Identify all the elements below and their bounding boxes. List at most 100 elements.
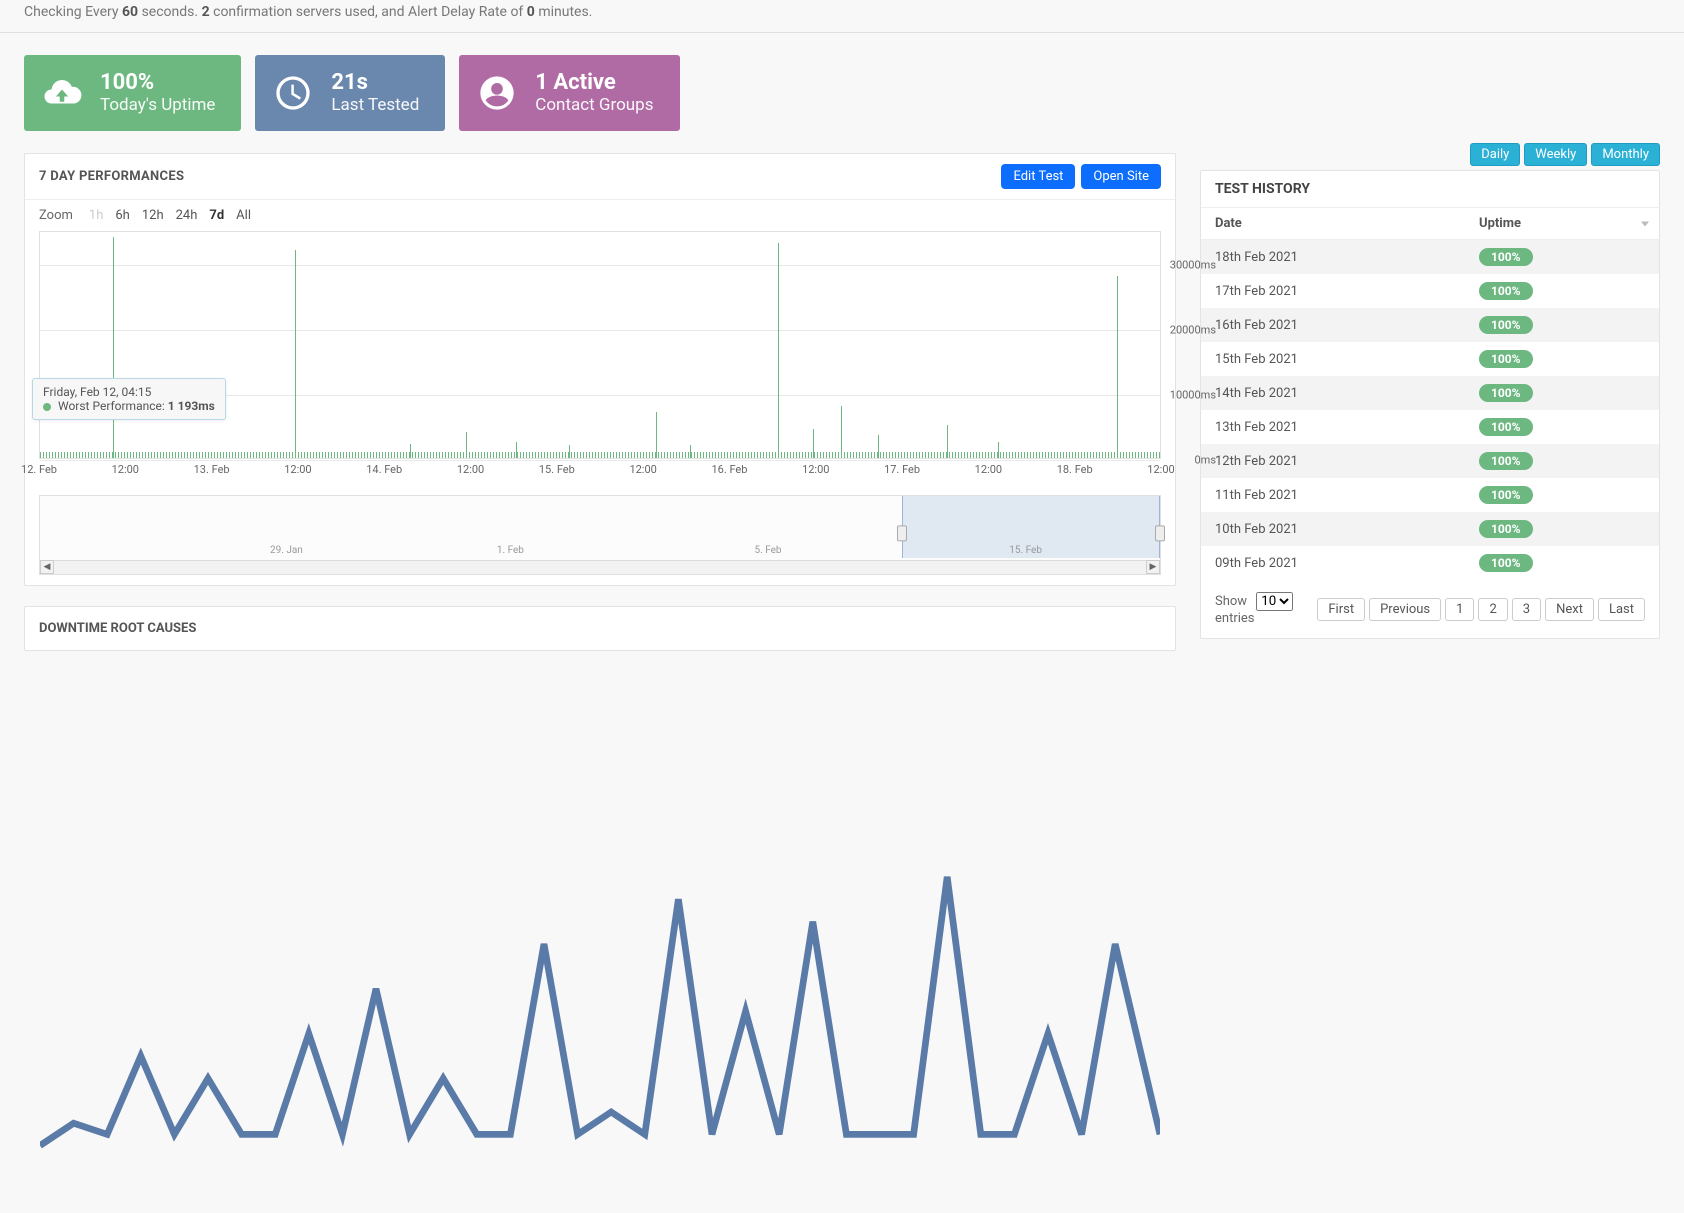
uptime-badge: 100% [1479, 520, 1533, 538]
table-row[interactable]: 17th Feb 2021 100% [1201, 274, 1659, 308]
page-2[interactable]: 2 [1478, 598, 1507, 621]
spike [466, 432, 467, 458]
xtick: 12:00 [1147, 463, 1174, 476]
col-date[interactable]: Date [1201, 208, 1465, 240]
col-uptime[interactable]: Uptime [1465, 208, 1659, 240]
page-next[interactable]: Next [1545, 598, 1594, 621]
zoom-All[interactable]: All [230, 206, 257, 225]
table-row[interactable]: 18th Feb 2021100% [1201, 240, 1659, 275]
xtick: 12. Feb [21, 463, 57, 476]
page-first[interactable]: First [1317, 598, 1365, 621]
navigator-track [54, 560, 1146, 574]
cloud-up-icon [38, 69, 86, 117]
cell-uptime: 100% [1465, 410, 1659, 444]
xtick: 15. Feb [539, 463, 575, 476]
zoom-6h[interactable]: 6h [109, 206, 135, 225]
xtick: 16. Feb [711, 463, 747, 476]
page-last[interactable]: Last [1598, 598, 1645, 621]
page-previous[interactable]: Previous [1369, 598, 1441, 621]
uptime-badge: 100% [1479, 384, 1533, 402]
cell-date: 12th Feb 2021 [1201, 444, 1465, 478]
spike [947, 425, 948, 458]
spike [1117, 276, 1118, 458]
cell-date: 10th Feb 2021 [1201, 512, 1465, 546]
page-1[interactable]: 1 [1445, 598, 1474, 621]
cell-date: 11th Feb 2021 [1201, 478, 1465, 512]
table-row[interactable]: 10th Feb 2021 100% [1201, 512, 1659, 546]
performance-chart[interactable]: 0ms10000ms20000ms30000ms [39, 231, 1161, 459]
cell-date: 14th Feb 2021 [1201, 376, 1465, 410]
spike [778, 243, 779, 458]
cell-date: 18th Feb 2021 [1201, 240, 1465, 275]
card-last-tested[interactable]: 21s Last Tested [255, 55, 445, 131]
xtick: 12:00 [112, 463, 139, 476]
test-history-panel: TEST HISTORY Date Uptime 18th Feb 202110… [1200, 170, 1660, 639]
series-dot-icon [43, 403, 51, 411]
nav-scroll-right-icon[interactable]: ▶ [1146, 560, 1160, 574]
tab-weekly[interactable]: Weekly [1524, 143, 1587, 166]
nav-scroll-left-icon[interactable]: ◀ [40, 560, 54, 574]
card-contact-groups[interactable]: 1 Active Contact Groups [459, 55, 679, 131]
page-3[interactable]: 3 [1512, 598, 1541, 621]
cell-uptime: 100% [1465, 512, 1659, 546]
history-table: Date Uptime 18th Feb 2021100%17th Feb 20… [1201, 207, 1659, 580]
nav-xtick: 5. Feb [754, 545, 781, 556]
tab-daily[interactable]: Daily [1470, 143, 1520, 166]
page-size-select[interactable]: 10 [1256, 592, 1293, 611]
uptime-badge: 100% [1479, 282, 1533, 300]
card-tested-value: 21s [331, 71, 419, 95]
zoom-24h[interactable]: 24h [170, 206, 204, 225]
cell-date: 17th Feb 2021 [1201, 274, 1465, 308]
xtick: 12:00 [629, 463, 656, 476]
uptime-badge: 100% [1479, 486, 1533, 504]
cell-uptime: 100% [1465, 444, 1659, 478]
zoom-label: Zoom [39, 208, 73, 223]
chart-navigator[interactable]: ◀ ▶ 29. Jan 1. Feb 5. Feb 15. Feb [39, 495, 1161, 575]
table-row[interactable]: 14th Feb 2021 100% [1201, 376, 1659, 410]
table-row[interactable]: 12th Feb 2021100% [1201, 444, 1659, 478]
uptime-badge: 100% [1479, 316, 1533, 334]
nav-xtick: 1. Feb [497, 545, 524, 556]
card-contact-label: Contact Groups [535, 95, 653, 115]
spike [516, 442, 517, 458]
tooltip-label: Worst Performance: [58, 399, 165, 413]
chart-baseline [40, 452, 1160, 458]
performance-panel: 7 DAY PERFORMANCES Edit Test Open Site Z… [24, 153, 1176, 586]
spike [295, 250, 296, 458]
table-row[interactable]: 11th Feb 2021 100% [1201, 478, 1659, 512]
open-site-button[interactable]: Open Site [1081, 164, 1161, 189]
cell-date: 09th Feb 2021 [1201, 546, 1465, 580]
table-row[interactable]: 16th Feb 2021100% [1201, 308, 1659, 342]
table-row[interactable]: 13th Feb 2021100% [1201, 410, 1659, 444]
card-uptime-value: 100% [100, 71, 215, 95]
tooltip-time: Friday, Feb 12, 04:15 [43, 385, 215, 399]
table-row[interactable]: 09th Feb 2021100% [1201, 546, 1659, 580]
spike [113, 237, 114, 458]
spike [813, 429, 814, 458]
nav-xtick: 29. Jan [270, 545, 303, 556]
navigator-handle[interactable] [897, 525, 907, 541]
chart-tooltip: Friday, Feb 12, 04:15 Worst Performance:… [32, 378, 226, 420]
navigator-handle[interactable] [1155, 525, 1165, 541]
nav-xtick: 15. Feb [1009, 545, 1042, 556]
clock-icon [269, 69, 317, 117]
uptime-badge: 100% [1479, 350, 1533, 368]
user-icon [473, 69, 521, 117]
card-uptime[interactable]: 100% Today's Uptime [24, 55, 241, 131]
zoom-12h[interactable]: 12h [136, 206, 170, 225]
tab-monthly[interactable]: Monthly [1591, 143, 1660, 166]
config-summary: Checking Every 60 seconds. 2 confirmatio… [0, 0, 1684, 33]
cell-date: 13th Feb 2021 [1201, 410, 1465, 444]
zoom-7d[interactable]: 7d [203, 206, 230, 225]
ytick: 10000ms [1170, 388, 1216, 401]
xtick: 12:00 [975, 463, 1002, 476]
xtick: 17. Feb [884, 463, 920, 476]
card-uptime-label: Today's Uptime [100, 95, 215, 115]
table-row[interactable]: 15th Feb 2021100% [1201, 342, 1659, 376]
edit-test-button[interactable]: Edit Test [1001, 164, 1075, 189]
card-contact-value: 1 Active [535, 71, 653, 95]
spike [841, 406, 842, 458]
xtick: 12:00 [802, 463, 829, 476]
ytick: 0ms [1194, 454, 1216, 467]
xtick: 12:00 [457, 463, 484, 476]
